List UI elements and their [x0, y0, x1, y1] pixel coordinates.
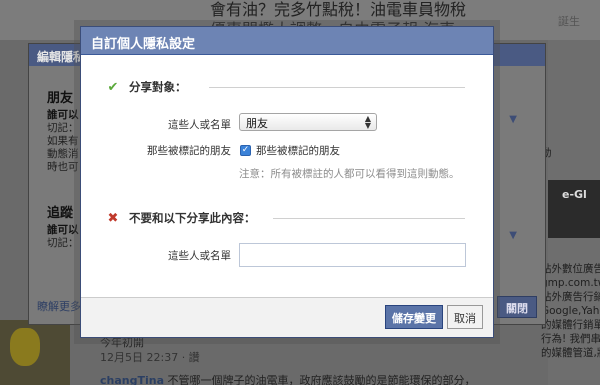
- advert-banner: e-Gl: [548, 180, 600, 238]
- share-section-heading: ✔ 分享對象：: [106, 79, 187, 95]
- close-button[interactable]: 關閉: [497, 296, 537, 318]
- followers-section: 追蹤 誰可以 切記：: [47, 207, 79, 250]
- exclude-label: 這些人或名單: [168, 250, 231, 262]
- share-heading-text: 分享對象：: [129, 80, 187, 94]
- friends-line: 時也可: [47, 161, 79, 173]
- followers-line: 誰可以: [47, 224, 79, 236]
- friends-heading: 朋友: [47, 91, 74, 106]
- background-comment: changTina 不管哪一個牌子的油電車，政府應該鼓勵的是節能環保的部分，: [100, 372, 476, 385]
- background-right-text: 的媒體行銷單: [541, 319, 600, 331]
- comment-author[interactable]: changTina: [100, 374, 164, 385]
- cancel-button[interactable]: 取消: [447, 305, 483, 329]
- tagged-friends-checkbox-label[interactable]: 那些被標記的朋友: [256, 143, 340, 158]
- dialog-title: 自訂個人隱私設定: [81, 27, 493, 55]
- comment-text: 不管哪一個牌子的油電車，政府應該鼓勵的是節能環保的部分，: [167, 374, 476, 385]
- exclude-heading-text: 不要和以下分享此內容：: [129, 211, 256, 225]
- custom-privacy-dialog: 自訂個人隱私設定 ✔ 分享對象： 這些人或名單 朋友 ▲ ▼ 那些被標記的朋友 ✓…: [80, 26, 494, 338]
- check-icon: ✔: [107, 79, 119, 95]
- exclude-section-heading: ✖ 不要和以下分享此內容：: [106, 210, 256, 226]
- save-changes-button[interactable]: 儲存變更: [385, 305, 443, 329]
- learn-more-link[interactable]: 瞭解更多: [37, 298, 81, 314]
- friends-line: 如果有: [47, 135, 79, 147]
- background-right-text: gmp.com.tw: [541, 277, 600, 289]
- friends-section: 朋友 誰可以 切記： 如果有 動態消 時也可: [47, 92, 79, 174]
- friends-dropdown-icon[interactable]: ▼: [509, 114, 517, 125]
- background-right-text: 行為! 我們串: [541, 333, 600, 345]
- section-divider: [209, 87, 465, 88]
- section-divider: [273, 218, 465, 219]
- people-label: 這些人或名單: [168, 119, 231, 131]
- audience-select-value: 朋友: [246, 117, 268, 130]
- background-right-text: 的媒體管道,將: [541, 347, 600, 359]
- background-right-text: Google,Yahoo: [541, 305, 600, 317]
- select-arrows-icon: ▲ ▼: [364, 114, 371, 130]
- friends-line: 切記：: [47, 122, 79, 134]
- friends-line: 動態消: [47, 148, 79, 160]
- x-icon: ✖: [107, 210, 119, 226]
- tagged-friends-checkbox[interactable]: ✓: [240, 145, 251, 156]
- background-photo: [0, 320, 70, 385]
- dialog-footer: 儲存變更 取消: [81, 297, 493, 337]
- headline-line: 會有油？完多竹點稅！油電車員物稅: [210, 0, 467, 19]
- tagged-label: 那些被標記的朋友: [147, 145, 231, 157]
- duck-image: [10, 328, 40, 366]
- friends-line: 誰可以: [47, 109, 79, 121]
- background-right-text: 站外數位廣告: [541, 263, 600, 275]
- followers-heading: 追蹤: [47, 206, 74, 221]
- followers-line: 切記：: [47, 237, 79, 249]
- comment-timestamp: 12月5日 22:37 · 讚: [100, 351, 200, 364]
- background-right-label: 誕生: [558, 15, 580, 28]
- exclude-people-input[interactable]: [239, 243, 466, 267]
- audience-select[interactable]: 朋友 ▲ ▼: [239, 113, 377, 131]
- background-right-text: 站外廣告行銷: [541, 291, 600, 303]
- followers-dropdown-icon[interactable]: ▼: [509, 230, 517, 241]
- privacy-note: 注意：所有被標註的人都可以看得到這則動態。: [239, 168, 460, 180]
